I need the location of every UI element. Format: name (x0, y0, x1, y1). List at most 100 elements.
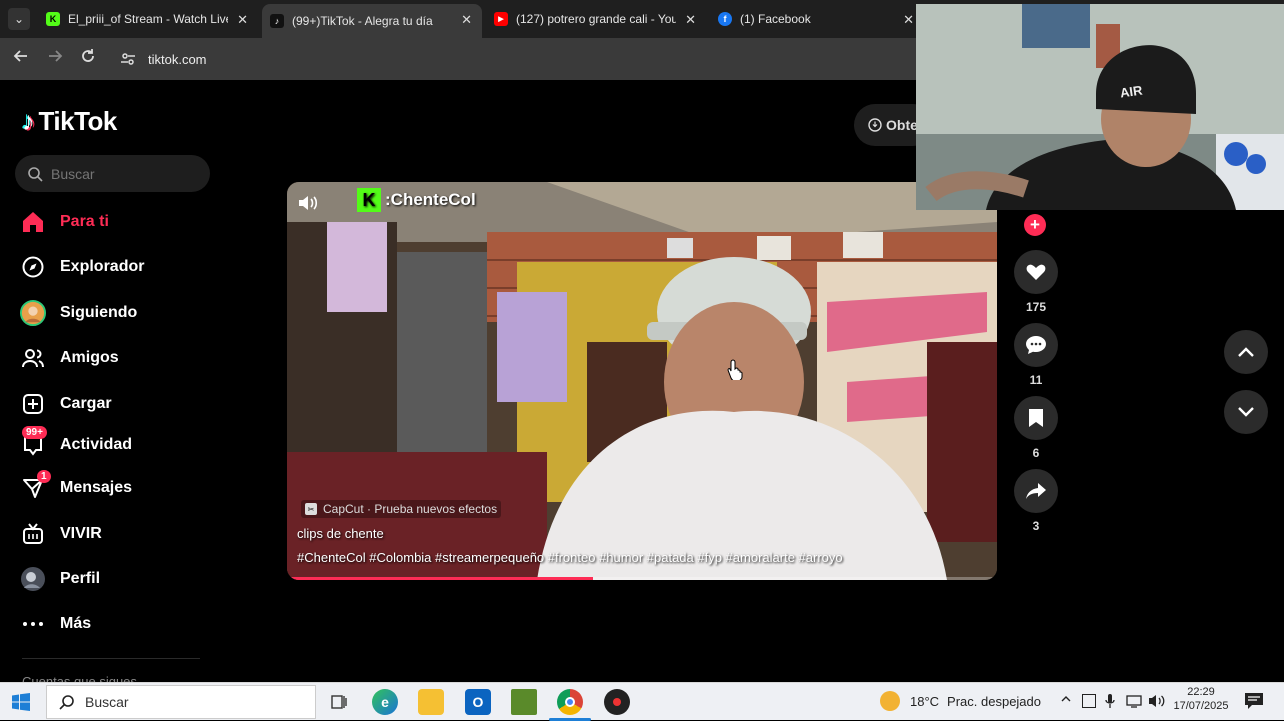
outlook-icon[interactable]: O (465, 689, 491, 715)
capcut-label: CapCut · Prueba nuevos efectos (323, 502, 498, 516)
next-video-button[interactable] (1224, 390, 1268, 434)
url-field[interactable]: tiktok.com (112, 44, 912, 74)
back-button[interactable] (10, 48, 32, 70)
hand-cursor-icon (727, 358, 745, 385)
previous-video-button[interactable] (1224, 330, 1268, 374)
tiktok-icon: ♪ (270, 14, 284, 28)
home-icon (20, 209, 46, 235)
heart-icon[interactable] (1014, 250, 1058, 294)
close-tab-icon[interactable]: ✕ (237, 12, 248, 28)
taskbar-search-label: Buscar (85, 694, 129, 710)
close-tab-icon[interactable]: ✕ (461, 12, 472, 28)
search-input[interactable] (51, 165, 201, 182)
minecraft-icon[interactable] (511, 689, 537, 715)
more-icon (20, 611, 46, 637)
close-tab-icon[interactable]: ✕ (685, 12, 696, 28)
task-view-icon[interactable] (326, 689, 352, 715)
kick-logo-icon: K (357, 188, 381, 212)
network-icon[interactable] (1126, 694, 1142, 713)
kick-icon: K (46, 12, 60, 26)
like-action[interactable]: 175 (1014, 250, 1058, 314)
weather-widget[interactable]: 18°C Prac. despejado (880, 691, 1041, 711)
video-player[interactable]: K :ChenteCol ✂ CapCut · Prueba nuevos ef… (287, 182, 997, 580)
logo-text: TikTok (38, 106, 118, 136)
share-icon[interactable] (1014, 469, 1058, 513)
nav-cargar[interactable]: Cargar (20, 389, 112, 419)
video-description: clips de chente (297, 526, 384, 541)
nav-perfil[interactable]: Perfil (20, 564, 100, 594)
clock-time: 22:29 (1187, 686, 1215, 698)
tab-list-menu-button[interactable]: ⌄ (8, 8, 30, 30)
notifications-icon[interactable] (1244, 692, 1264, 715)
tab-title: El_priii_of Stream - Watch Live on (68, 12, 228, 26)
microphone-icon[interactable] (1104, 693, 1116, 714)
capcut-effect-link[interactable]: ✂ CapCut · Prueba nuevos efectos (301, 500, 502, 518)
nav-para-ti[interactable]: Para ti (20, 207, 109, 237)
volume-tray-icon[interactable] (1148, 693, 1166, 714)
save-action[interactable]: 6 (1014, 396, 1058, 460)
chrome-icon[interactable] (557, 689, 583, 715)
nav-label: Amigos (60, 349, 119, 366)
video-hashtags[interactable]: #ChenteCol #Colombia #streamerpequeño #f… (297, 550, 843, 565)
share-action[interactable]: 3 (1014, 469, 1058, 533)
live-icon (20, 521, 46, 547)
chevron-up-icon (1238, 347, 1254, 357)
nav-label: Cargar (60, 395, 112, 412)
file-explorer-icon[interactable] (418, 689, 444, 715)
nav-siguiendo[interactable]: Siguiendo (20, 298, 137, 328)
upload-icon (20, 391, 46, 417)
start-button[interactable] (12, 693, 30, 716)
nav-label: VIVIR (60, 525, 102, 542)
edge-icon[interactable]: e (372, 689, 398, 715)
tab-title: (127) potrero grande cali - YouTube (516, 12, 676, 26)
capcut-icon: ✂ (305, 503, 317, 515)
channel-watermark: K :ChenteCol (357, 188, 476, 212)
nav-vivir[interactable]: VIVIR (20, 519, 102, 549)
nav-label: Más (60, 615, 92, 632)
browser-tab-kick[interactable]: K El_priii_of Stream - Watch Live on ✕ (38, 4, 258, 34)
following-avatar-icon (20, 300, 46, 326)
clock-date: 17/07/2025 (1173, 700, 1229, 712)
messages-badge: 1 (37, 470, 51, 483)
nav-label: Explorador (60, 258, 145, 275)
compass-icon (20, 254, 46, 280)
browser-tab-tiktok[interactable]: ♪ (99+)TikTok - Alegra tu día ✕ (262, 4, 482, 38)
recording-app-icon[interactable] (604, 689, 630, 715)
weather-desc: Prac. despejado (947, 693, 1041, 709)
windows-taskbar: Buscar e O 18°C Prac. despejado 22:29 17… (0, 682, 1284, 721)
close-tab-icon[interactable]: ✕ (903, 12, 914, 28)
app-icon (868, 118, 882, 132)
tiktok-logo[interactable]: ♪ TikTok (22, 106, 117, 137)
search-icon (59, 695, 74, 710)
share-count: 3 (1032, 519, 1040, 533)
forward-button[interactable] (44, 48, 66, 70)
video-progress-bar[interactable] (291, 577, 993, 580)
nav-mas[interactable]: Más (20, 609, 91, 639)
follow-plus-button[interactable]: + (1024, 214, 1046, 236)
comment-icon[interactable] (1014, 323, 1058, 367)
chevron-down-icon (1238, 407, 1254, 417)
search-box[interactable] (15, 155, 210, 192)
bookmark-icon[interactable] (1014, 396, 1058, 440)
tray-app-icon[interactable] (1082, 694, 1096, 708)
nav-amigos[interactable]: Amigos (20, 343, 119, 373)
comment-action[interactable]: 11 (1014, 323, 1058, 387)
browser-tab-youtube[interactable]: ▶ (127) potrero grande cali - YouTube ✕ (486, 4, 706, 34)
taskbar-search[interactable]: Buscar (46, 685, 316, 719)
tab-title: (99+)TikTok - Alegra tu día (292, 14, 433, 28)
browser-tab-facebook[interactable]: f (1) Facebook ✕ (710, 4, 920, 34)
save-count: 6 (1032, 446, 1040, 460)
nav-explorador[interactable]: Explorador (20, 252, 144, 282)
channel-name: :ChenteCol (385, 190, 476, 209)
weather-temp: 18°C (910, 693, 940, 709)
nav-actividad[interactable]: Actividad 99+ (20, 426, 132, 460)
clock[interactable]: 22:29 17/07/2025 (1170, 686, 1232, 712)
webcam-overlay: AIR (916, 4, 1284, 210)
site-settings-icon[interactable] (118, 51, 138, 67)
reload-button[interactable] (77, 48, 99, 70)
volume-icon[interactable] (297, 194, 319, 217)
tab-title: (1) Facebook (740, 12, 811, 26)
nav-mensajes[interactable]: Mensajes 1 (20, 470, 132, 503)
tray-chevron-up-icon[interactable] (1060, 693, 1072, 708)
cap-logo-text: AIR (1119, 82, 1144, 101)
